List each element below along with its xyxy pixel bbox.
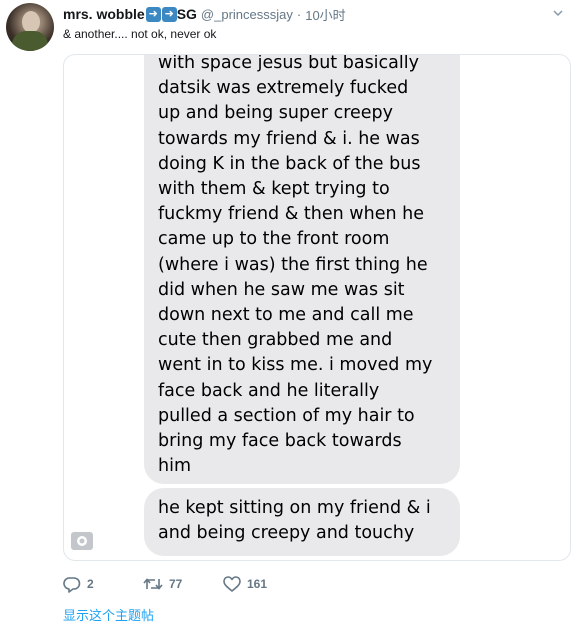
gif-badge-icon bbox=[71, 532, 93, 550]
show-thread-link[interactable]: 显示这个主题帖 bbox=[63, 605, 154, 624]
message-line: down next to me and call me bbox=[158, 305, 414, 326]
message-bubble: with space jesus but basically datsik was… bbox=[144, 54, 460, 484]
separator-dot: · bbox=[296, 6, 302, 22]
reply-icon bbox=[63, 576, 81, 593]
message-line: datsik was extremely fucked bbox=[158, 78, 409, 99]
user-handle[interactable]: @_princesssjay bbox=[201, 7, 293, 22]
message-line: with them & kept trying to bbox=[158, 179, 390, 200]
tweet-actions: 2 77 161 bbox=[63, 574, 267, 594]
tweet-media[interactable]: with space jesus but basically datsik was… bbox=[63, 54, 571, 561]
retweet-icon bbox=[143, 578, 163, 590]
retweet-count: 77 bbox=[169, 577, 183, 591]
message-line: cute then grabbed me and bbox=[158, 330, 393, 351]
caret-down-icon[interactable] bbox=[553, 8, 563, 18]
message-line: doing K in the back of the bus bbox=[158, 153, 421, 174]
message-line: came up to the front room bbox=[158, 229, 390, 250]
message-line: (where i was) the first thing he bbox=[158, 254, 428, 275]
retweet-button[interactable]: 77 bbox=[143, 576, 223, 592]
message-line: with space jesus but basically bbox=[158, 54, 419, 73]
like-icon bbox=[223, 576, 241, 592]
message-line: up and being super creepy bbox=[158, 103, 394, 124]
avatar-face bbox=[22, 11, 40, 33]
reply-count: 2 bbox=[87, 577, 94, 591]
message-text: with space jesus but basically datsik was… bbox=[158, 54, 446, 479]
message-line: fuckmy friend & then when he bbox=[158, 204, 424, 225]
timestamp[interactable]: 10小时 bbox=[305, 5, 345, 24]
tweet-header: mrs. wobble ➜ ➜ SG @_princesssjay · 10小时 bbox=[63, 5, 346, 23]
message-line: towards my friend & i. he was bbox=[158, 128, 420, 149]
message-line: and being creepy and touchy bbox=[158, 523, 415, 544]
message-line: went in to kiss me. i moved my bbox=[158, 355, 433, 376]
tweet-text: & another.... not ok, never ok bbox=[63, 27, 217, 41]
arrow-emoji-icon: ➜ bbox=[161, 6, 177, 22]
like-count: 161 bbox=[247, 577, 268, 591]
like-button[interactable]: 161 bbox=[223, 576, 267, 592]
message-line: he kept sitting on my friend & i bbox=[158, 498, 431, 518]
message-line: pulled a section of my hair to bbox=[158, 405, 415, 426]
message-line: him bbox=[158, 456, 192, 477]
message-line: bring my face back towards bbox=[158, 431, 402, 452]
arrow-emoji-icon: ➜ bbox=[145, 6, 161, 22]
reply-button[interactable]: 2 bbox=[63, 576, 143, 593]
message-text: he kept sitting on my friend & i and bein… bbox=[158, 488, 446, 546]
message-bubble: he kept sitting on my friend & i and bein… bbox=[144, 488, 460, 556]
message-line: did when he saw me was sit bbox=[158, 279, 405, 300]
avatar[interactable] bbox=[6, 3, 54, 51]
avatar-body bbox=[12, 31, 48, 51]
message-line: face back and he literally bbox=[158, 380, 380, 401]
display-name[interactable]: mrs. wobble bbox=[63, 6, 145, 22]
display-name-suffix[interactable]: SG bbox=[177, 6, 197, 22]
